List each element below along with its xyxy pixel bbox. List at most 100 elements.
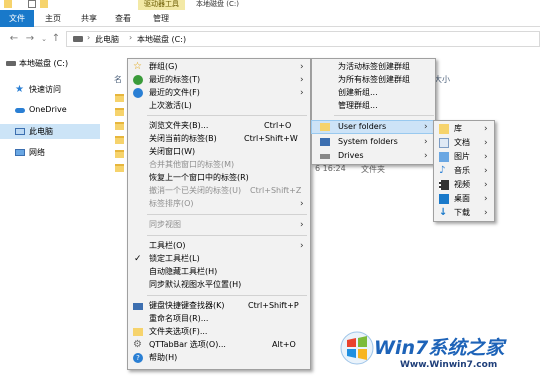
tab-file[interactable]: 文件 xyxy=(0,10,34,27)
videos-icon xyxy=(439,180,449,190)
menu-item-desktop[interactable]: 桌面 › xyxy=(434,193,494,205)
menu-item-videos[interactable]: 视频 › xyxy=(434,179,494,191)
groups-submenu: 为活动标签创建群组 为所有标签创建群组 创建新组... 管理群组... User… xyxy=(311,58,436,165)
address-input[interactable]: › 此电脑 › 本地磁盘 (C:) xyxy=(66,31,540,47)
menu-item-shortcut: Ctrl+O xyxy=(264,121,292,130)
menu-item-group-all-tabs[interactable]: 为所有标签创建群组 xyxy=(312,74,435,86)
submenu-arrow-icon: › xyxy=(300,62,304,72)
menu-item-music[interactable]: ♪ 音乐 › xyxy=(434,165,494,177)
menu-item-recent-tabs[interactable]: 最近的标签(T) › xyxy=(128,74,310,86)
nav-item-this-pc[interactable]: 此电脑 xyxy=(0,124,100,139)
menu-item-recent-files[interactable]: 最近的文件(F) › xyxy=(128,87,310,99)
tab-share[interactable]: 共享 xyxy=(74,10,104,27)
folder-icon xyxy=(4,0,12,8)
new-folder-icon[interactable] xyxy=(40,0,48,8)
download-icon: ↓ xyxy=(439,207,448,218)
menu-item-merge-windows[interactable]: 合并其他窗口的标签(M) xyxy=(128,159,310,171)
back-arrow-icon[interactable]: ← xyxy=(8,33,20,45)
menu-item-folder-options[interactable]: 文件夹选项(F)... xyxy=(128,326,310,338)
submenu-arrow-icon: › xyxy=(300,220,304,230)
breadcrumb-this-pc[interactable]: 此电脑 xyxy=(95,34,119,45)
menu-item-lock-toolbar[interactable]: ✓ 锁定工具栏(L) xyxy=(128,253,310,265)
nav-item-network[interactable]: 网络 xyxy=(0,145,100,160)
menu-item-sync-default-view[interactable]: 同步默认视图水平位置(H) xyxy=(128,279,310,291)
breadcrumb-separator[interactable]: › xyxy=(87,33,90,42)
menu-item-downloads[interactable]: ↓ 下载 › xyxy=(434,207,494,219)
menu-item-help[interactable]: ? 帮助(H) xyxy=(128,352,310,364)
menu-item-label: Drives xyxy=(338,151,364,160)
submenu-arrow-icon: › xyxy=(300,88,304,98)
library-icon xyxy=(439,124,449,134)
menu-item-qttabbar-options[interactable]: ⚙ QTTabBar 选项(O)... Alt+O xyxy=(128,339,310,351)
column-header-size[interactable]: 大小 xyxy=(434,74,450,85)
drive-icon xyxy=(6,61,16,66)
menu-item-browse-folder[interactable]: 浏览文件夹(B)... Ctrl+O xyxy=(128,120,310,132)
desktop-icon xyxy=(439,194,449,204)
menu-item-user-folders[interactable]: User folders › xyxy=(311,120,436,134)
chevron-down-icon[interactable]: ⌄ xyxy=(38,33,50,45)
menu-item-last-activated[interactable]: 上次激活(L) xyxy=(128,100,310,112)
menu-item-pictures[interactable]: 图片 › xyxy=(434,151,494,163)
menu-item-label: 撤消一个已关闭的标签(U) xyxy=(149,186,242,195)
folder-icon xyxy=(115,122,124,130)
up-arrow-icon[interactable]: ↑ xyxy=(50,33,62,45)
submenu-arrow-icon: › xyxy=(484,138,488,148)
menu-item-autohide-toolbar[interactable]: 自动隐藏工具栏(H) xyxy=(128,266,310,278)
menu-item-shortcut-finder[interactable]: 键盘快捷键查找器(K) Ctrl+Shift+P xyxy=(128,300,310,312)
music-icon: ♪ xyxy=(439,165,446,176)
menu-item-label: 同步默认视图水平位置(H) xyxy=(149,280,242,289)
folder-icon xyxy=(115,136,124,144)
pictures-icon xyxy=(439,152,449,162)
submenu-arrow-icon: › xyxy=(424,122,428,132)
menu-item-sync-view[interactable]: 同步视图 › xyxy=(128,219,310,231)
checkbox-icon[interactable] xyxy=(28,0,36,8)
menu-item-manage-groups[interactable]: 管理群组... xyxy=(312,100,435,112)
menu-item-libraries[interactable]: 库 › xyxy=(434,123,494,135)
menu-item-drives[interactable]: Drives › xyxy=(312,150,435,162)
folder-icon xyxy=(320,123,330,131)
menu-item-label: 为所有标签创建群组 xyxy=(338,75,410,84)
menu-item-groups[interactable]: ☆ 群组(G) › xyxy=(128,61,310,73)
window-title: 本地磁盘 (C:) xyxy=(196,0,239,8)
nav-item-label: 快速访问 xyxy=(29,85,61,94)
navigation-pane: 本地磁盘 (C:) ★ 快速访问 OneDrive 此电脑 网络 xyxy=(0,50,112,381)
menu-item-label: 下载 xyxy=(454,208,470,217)
menu-separator xyxy=(334,115,434,116)
menu-item-create-group[interactable]: 创建新组... xyxy=(312,87,435,99)
menu-item-sort-tabs[interactable]: 标签排序(O) › xyxy=(128,198,310,210)
menu-item-rename[interactable]: 重命名项目(R)... xyxy=(128,313,310,325)
submenu-arrow-icon: › xyxy=(484,208,488,218)
menu-item-label: 创建新组... xyxy=(338,88,378,97)
breadcrumb-separator[interactable]: › xyxy=(129,33,132,42)
menu-item-toolbars[interactable]: 工具栏(O) › xyxy=(128,240,310,252)
menu-item-system-folders[interactable]: System folders › xyxy=(312,136,435,148)
menu-item-group-active-tab[interactable]: 为活动标签创建群组 xyxy=(312,61,435,73)
file-date: 6 16:24 xyxy=(315,164,346,173)
forward-arrow-icon[interactable]: → xyxy=(24,33,36,45)
menu-item-label: 视频 xyxy=(454,180,470,189)
menu-item-restore-tabs[interactable]: 恢复上一个窗口中的标签(R) xyxy=(128,172,310,184)
menu-item-undo-close-tab[interactable]: 撤消一个已关闭的标签(U) Ctrl+Shift+Z xyxy=(128,185,310,197)
title-bar: 驱动器工具 本地磁盘 (C:) xyxy=(0,0,540,10)
menu-item-label: 上次激活(L) xyxy=(149,101,192,110)
breadcrumb-local-disk[interactable]: 本地磁盘 (C:) xyxy=(137,34,186,45)
tab-view[interactable]: 查看 xyxy=(108,10,138,27)
menu-separator xyxy=(147,235,307,236)
nav-item-local-disk[interactable]: 本地磁盘 (C:) xyxy=(0,56,100,71)
tab-home[interactable]: 主页 xyxy=(38,10,68,27)
menu-item-close-window[interactable]: 关闭窗口(W) xyxy=(128,146,310,158)
menu-item-documents[interactable]: 文档 › xyxy=(434,137,494,149)
nav-item-label: 本地磁盘 (C:) xyxy=(19,59,69,68)
help-icon: ? xyxy=(133,353,143,363)
menu-item-close-current-tab[interactable]: 关闭当前的标签(B) Ctrl+Shift+W xyxy=(128,133,310,145)
nav-item-quick-access[interactable]: ★ 快速访问 xyxy=(0,82,100,97)
folder-icon xyxy=(115,108,124,116)
column-header-name[interactable]: 名 xyxy=(114,74,122,85)
submenu-arrow-icon: › xyxy=(300,241,304,251)
menu-item-label: 标签排序(O) xyxy=(149,199,194,208)
menu-item-shortcut: Ctrl+Shift+W xyxy=(244,134,298,143)
nav-item-onedrive[interactable]: OneDrive xyxy=(0,103,100,118)
menu-item-label: 库 xyxy=(454,124,462,133)
menu-item-label: 工具栏(O) xyxy=(149,241,186,250)
tab-manage[interactable]: 管理 xyxy=(146,10,176,27)
